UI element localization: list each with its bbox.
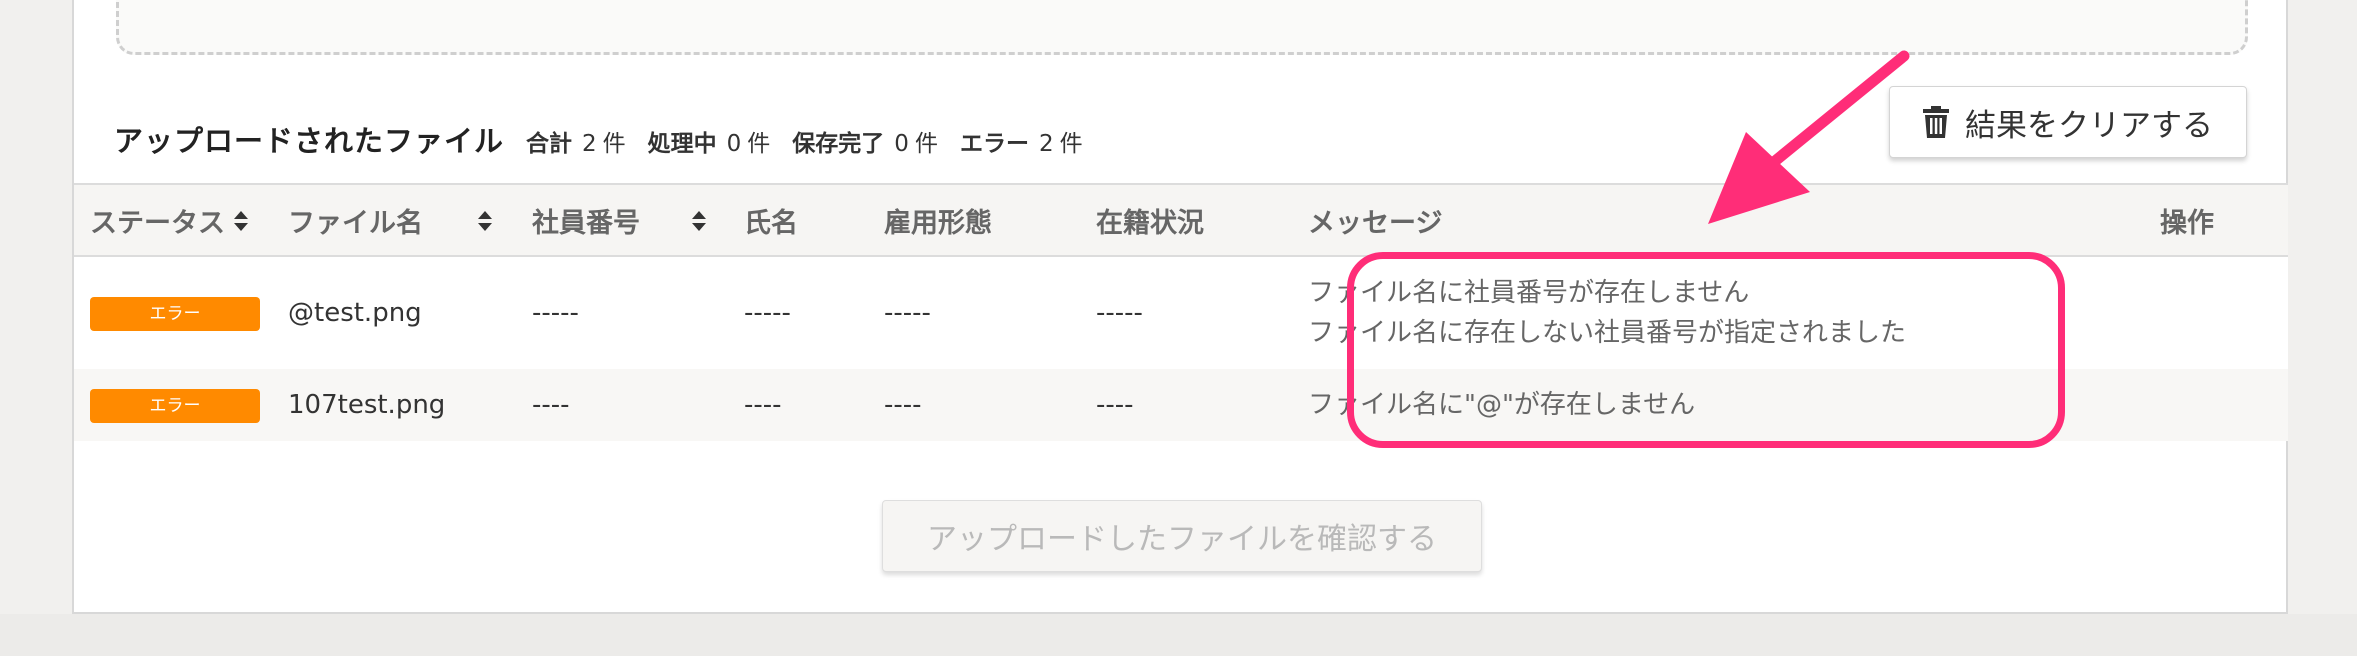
employment-type-cell: ----- (868, 256, 1080, 369)
error-message: ファイル名に社員番号が存在しません (1308, 278, 1750, 308)
table-row: エラー 107test.png ---- ---- ---- ---- ファイル… (74, 369, 2288, 441)
name-cell: ---- (728, 369, 868, 441)
file-dropzone[interactable] (116, 0, 2248, 55)
error-status-badge: エラー (90, 388, 260, 423)
stat-processing: 処理中 0 件 (647, 131, 771, 157)
page-footer-strip (0, 614, 2357, 656)
file-name-cell: @test.png (272, 256, 516, 369)
clear-results-label: 結果をクリアする (1965, 107, 2213, 144)
clear-results-button[interactable]: 結果をクリアする (1889, 86, 2247, 158)
enrollment-status-cell: ---- (1080, 369, 1292, 441)
column-header-actions: 操作 (2142, 183, 2288, 257)
stat-saved: 保存完了 0 件 (792, 131, 938, 157)
column-header-name: 氏名 (728, 183, 868, 257)
column-header-employment-type: 雇用形態 (868, 183, 1080, 257)
column-header-employee-number[interactable]: 社員番号 (516, 183, 728, 257)
error-message: ファイル名に"@"が存在しません (1308, 390, 1696, 420)
name-cell: ----- (728, 256, 868, 369)
message-cell: ファイル名に"@"が存在しません (1292, 369, 2142, 441)
error-status-badge: エラー (90, 296, 260, 331)
table-row: エラー @test.png ----- ----- ----- ----- ファ… (74, 256, 2288, 369)
status-cell: エラー (74, 369, 272, 441)
sort-icon[interactable] (692, 211, 706, 231)
actions-cell (2142, 256, 2288, 369)
message-cell: ファイル名に社員番号が存在しません ファイル名に存在しない社員番号が指定されまし… (1292, 256, 2142, 369)
upload-panel: アップロードされたファイル 合計 2 件 処理中 0 件 保存完了 0 件 エラー 2 件 結果… (72, 0, 2288, 614)
uploaded-files-table: ステータス ファイル名 社員番号 氏名 雇用形態 在籍状況 メッセージ 操作 エ… (74, 183, 2288, 441)
sort-icon[interactable] (234, 211, 248, 231)
enrollment-status-cell: ----- (1080, 256, 1292, 369)
employment-type-cell: ---- (868, 369, 1080, 441)
column-header-status[interactable]: ステータス (74, 183, 272, 257)
file-name-cell: 107test.png (272, 369, 516, 441)
confirm-uploaded-files-button[interactable]: アップロードしたファイルを確認する (882, 500, 1482, 572)
stat-total: 合計 2 件 (526, 131, 626, 157)
status-cell: エラー (74, 256, 272, 369)
sort-icon[interactable] (478, 211, 492, 231)
table-header-row: ステータス ファイル名 社員番号 氏名 雇用形態 在籍状況 メッセージ 操作 (74, 183, 2288, 257)
column-header-enrollment-status: 在籍状況 (1080, 183, 1292, 257)
error-message: ファイル名に存在しない社員番号が指定されました (1308, 318, 1907, 348)
actions-cell (2142, 369, 2288, 441)
trash-icon (1923, 106, 1949, 138)
column-header-message: メッセージ (1292, 183, 2142, 257)
section-title: アップロードされたファイル (114, 124, 505, 158)
employee-number-cell: ----- (516, 256, 728, 369)
column-header-file-name[interactable]: ファイル名 (272, 183, 516, 257)
employee-number-cell: ---- (516, 369, 728, 441)
upload-summary: アップロードされたファイル 合計 2 件 処理中 0 件 保存完了 0 件 エラー 2 件 (114, 118, 1083, 158)
stat-error: エラー 2 件 (959, 131, 1083, 157)
